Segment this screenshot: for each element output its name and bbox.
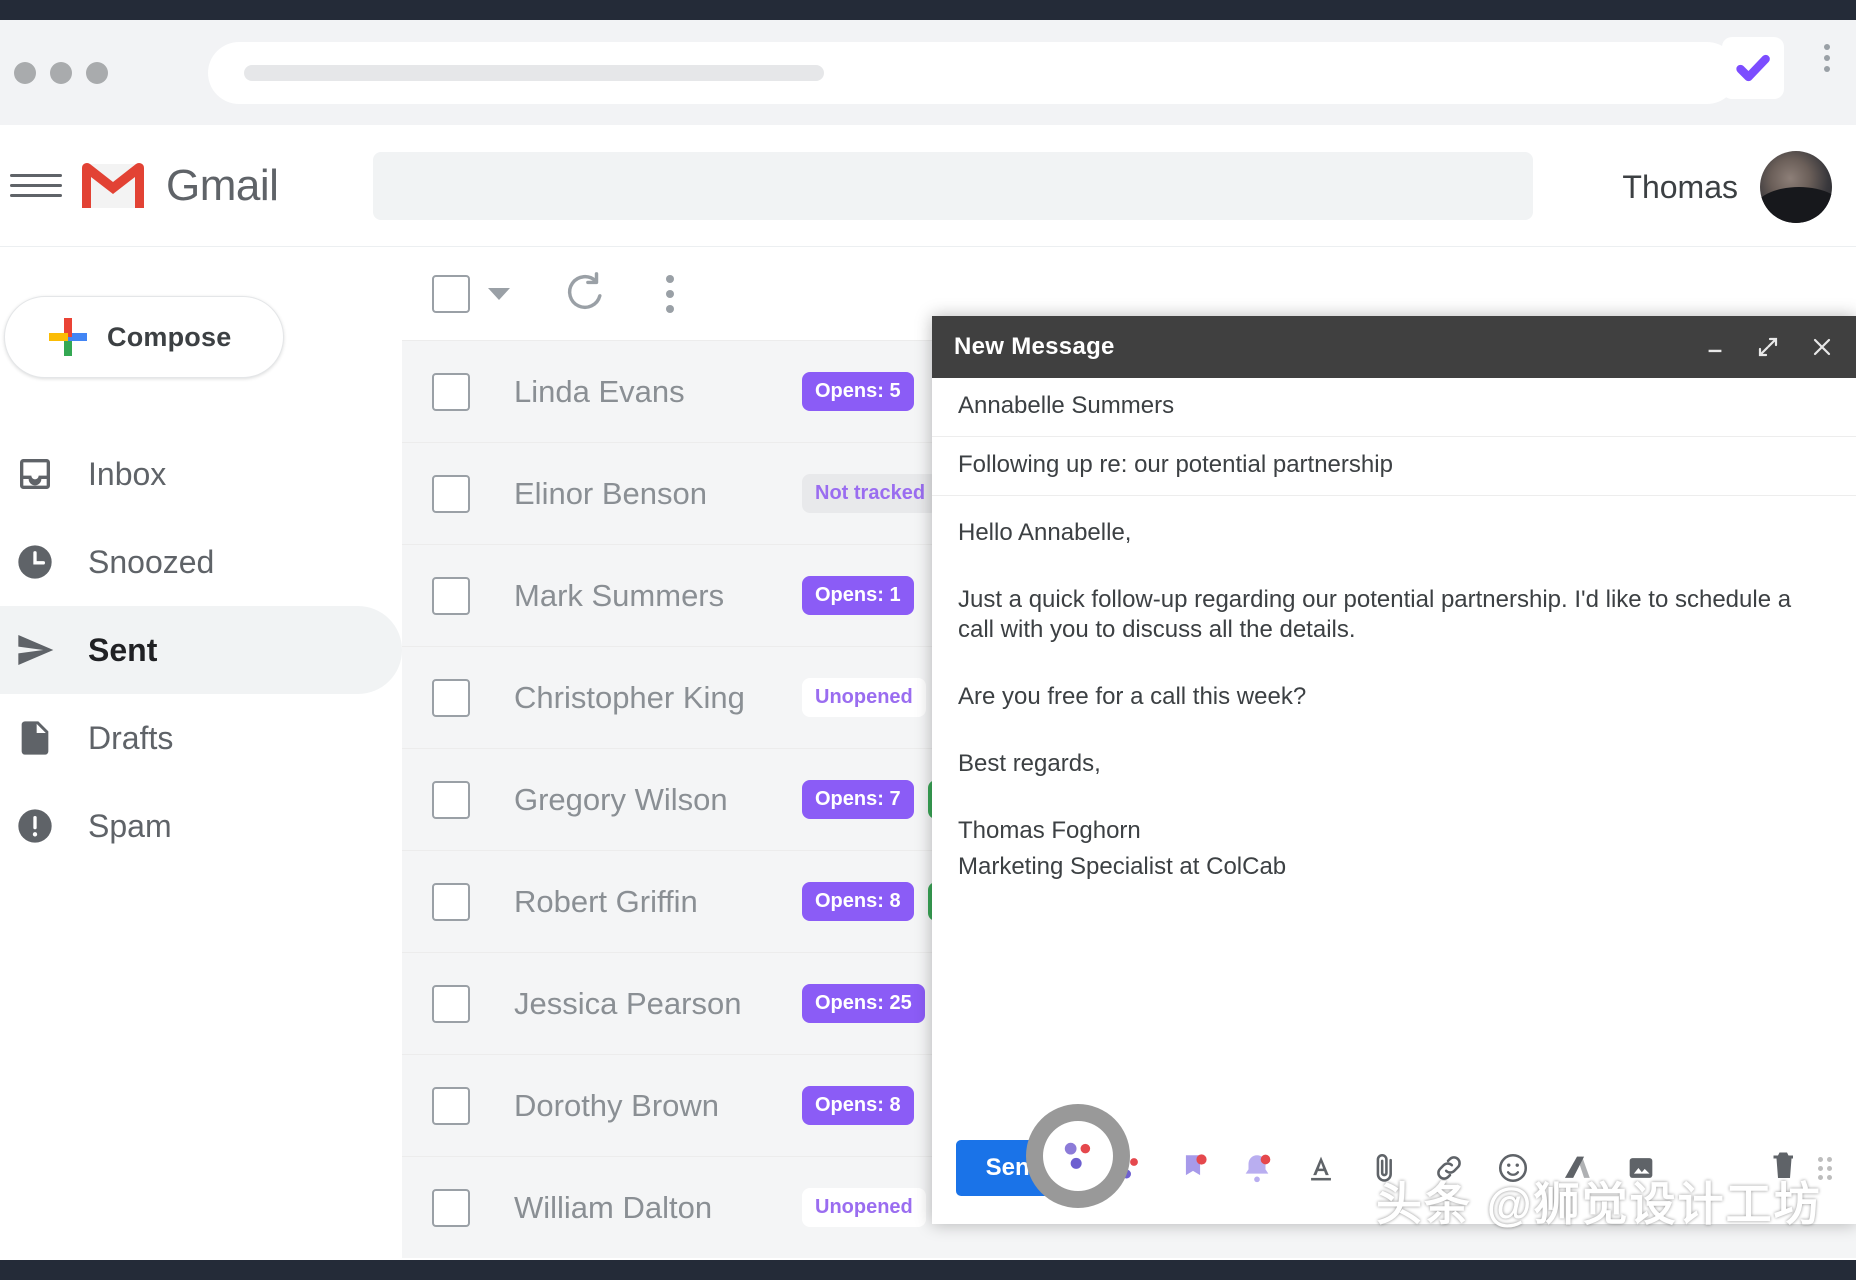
row-checkbox[interactable]	[432, 1086, 470, 1125]
clock-icon	[8, 542, 62, 582]
window-controls[interactable]	[14, 61, 108, 84]
window-minimize-dot[interactable]	[50, 61, 72, 84]
plus-icon	[49, 318, 87, 356]
sidebar-item-label: Snoozed	[88, 543, 215, 580]
account-area[interactable]: Thomas	[1622, 151, 1832, 223]
row-checkbox[interactable]	[432, 780, 470, 819]
row-sender-name: Elinor Benson	[514, 475, 708, 511]
minimize-icon[interactable]	[1704, 336, 1726, 358]
row-badges: Opens: 5	[802, 372, 914, 411]
watermark: 头条 @狮觉设计工坊	[1376, 1178, 1822, 1230]
compose-body-closing: Best regards,	[958, 749, 1101, 777]
format-text-icon[interactable]	[1304, 1151, 1338, 1185]
avatar[interactable]	[1760, 151, 1832, 223]
row-checkbox[interactable]	[432, 882, 470, 921]
status-badge: Unopened	[802, 678, 926, 717]
chevron-down-icon[interactable]	[488, 288, 510, 300]
row-sender-name: Christopher King	[514, 679, 745, 715]
compose-to-field[interactable]: Annabelle Summers	[932, 378, 1856, 437]
status-badge: Opens: 25	[802, 984, 925, 1023]
close-icon[interactable]	[1810, 335, 1834, 359]
row-sender-name: Mark Summers	[514, 577, 725, 613]
sidebar: Compose Inbox Snoozed Sent Drafts Spam	[0, 248, 402, 1280]
tracking-icon[interactable]	[1110, 1150, 1146, 1186]
window-maximize-dot[interactable]	[86, 61, 108, 84]
status-badge: Opens: 7	[802, 780, 914, 819]
row-badges: Opens: 8	[802, 1086, 914, 1125]
row-sender-name: Gregory Wilson	[514, 781, 728, 817]
spam-icon	[8, 806, 62, 846]
row-sender-name: Dorothy Brown	[514, 1087, 720, 1123]
compose-signature-title: Marketing Specialist at ColCab	[958, 853, 1287, 881]
row-checkbox[interactable]	[432, 474, 470, 513]
gmail-header: Gmail Thomas	[0, 125, 1856, 247]
sidebar-item-spam[interactable]: Spam	[0, 782, 402, 870]
compose-subject-field[interactable]: Following up re: our potential partnersh…	[932, 437, 1856, 496]
status-badge: Opens: 1	[802, 576, 914, 615]
row-sender-name: Jessica Pearson	[514, 985, 742, 1021]
send-icon	[8, 630, 62, 670]
compose-button[interactable]: Compose	[4, 296, 284, 378]
compose-body-paragraph: Just a quick follow-up regarding our pot…	[958, 585, 1792, 644]
checkmark-extension-icon[interactable]	[1722, 37, 1784, 99]
row-sender-name: Linda Evans	[514, 373, 685, 409]
compose-body[interactable]: Hello Annabelle, Just a quick follow-up …	[932, 496, 1856, 1112]
sidebar-item-label: Spam	[88, 807, 172, 844]
sidebar-item-drafts[interactable]: Drafts	[0, 694, 402, 782]
template-icon[interactable]	[1176, 1151, 1210, 1185]
status-badge: Opens: 5	[802, 372, 914, 411]
row-checkbox[interactable]	[432, 1188, 470, 1227]
status-badge: Opens: 8	[802, 1086, 914, 1125]
address-bar-input[interactable]	[244, 64, 824, 81]
sidebar-item-inbox[interactable]: Inbox	[0, 430, 402, 518]
compose-body-question: Are you free for a call this week?	[958, 683, 1307, 711]
select-all-checkbox[interactable]	[432, 275, 470, 313]
gmail-wordmark: Gmail	[166, 160, 279, 210]
sidebar-item-snoozed[interactable]: Snoozed	[0, 518, 402, 606]
row-badges: Opens: 25	[802, 984, 925, 1023]
sidebar-nav: Inbox Snoozed Sent Drafts Spam	[0, 430, 402, 870]
row-checkbox[interactable]	[432, 984, 470, 1023]
row-badges: Not tracked	[802, 474, 939, 513]
status-badge: Unopened	[802, 1188, 926, 1227]
compose-title: New Message	[954, 333, 1115, 360]
search-input[interactable]	[373, 151, 1534, 220]
compose-body-greeting: Hello Annabelle,	[958, 519, 1132, 546]
row-checkbox[interactable]	[432, 372, 470, 411]
gmail-logo: Gmail	[80, 160, 279, 212]
refresh-icon[interactable]	[562, 269, 608, 320]
row-badges: Unopened	[802, 1188, 926, 1227]
compose-header: New Message	[932, 316, 1856, 378]
kebab-menu-icon[interactable]	[666, 275, 674, 313]
address-bar[interactable]	[208, 41, 1738, 104]
window-close-dot[interactable]	[14, 61, 36, 84]
draft-icon	[8, 718, 62, 758]
sidebar-item-sent[interactable]: Sent	[0, 606, 402, 694]
sidebar-item-label: Sent	[88, 631, 158, 668]
window-footer-bar	[0, 1260, 1856, 1280]
account-name: Thomas	[1622, 168, 1738, 205]
browser-toolbar	[0, 20, 1856, 125]
sidebar-item-label: Inbox	[88, 455, 167, 492]
reminder-icon[interactable]	[1240, 1151, 1274, 1185]
status-badge: Opens: 8	[802, 882, 914, 921]
row-badges: Opens: 1	[802, 576, 914, 615]
window-title-bar	[0, 0, 1856, 20]
compose-button-label: Compose	[107, 321, 232, 352]
send-button[interactable]: Send	[956, 1140, 1074, 1196]
status-badge: Not tracked	[802, 474, 939, 513]
kebab-menu-icon[interactable]	[1824, 44, 1830, 72]
hamburger-icon[interactable]	[10, 174, 62, 197]
row-sender-name: William Dalton	[514, 1189, 713, 1225]
expand-icon[interactable]	[1756, 335, 1780, 359]
row-badges: Unopened	[802, 678, 926, 717]
sidebar-item-label: Drafts	[88, 719, 174, 756]
compose-window: New Message Annabelle Summers Following …	[932, 316, 1856, 1224]
inbox-icon	[8, 454, 62, 494]
compose-signature-name: Thomas Foghorn	[958, 816, 1141, 844]
row-sender-name: Robert Griffin	[514, 883, 698, 919]
gmail-m-icon	[80, 160, 146, 212]
row-checkbox[interactable]	[432, 678, 470, 717]
row-checkbox[interactable]	[432, 576, 470, 615]
